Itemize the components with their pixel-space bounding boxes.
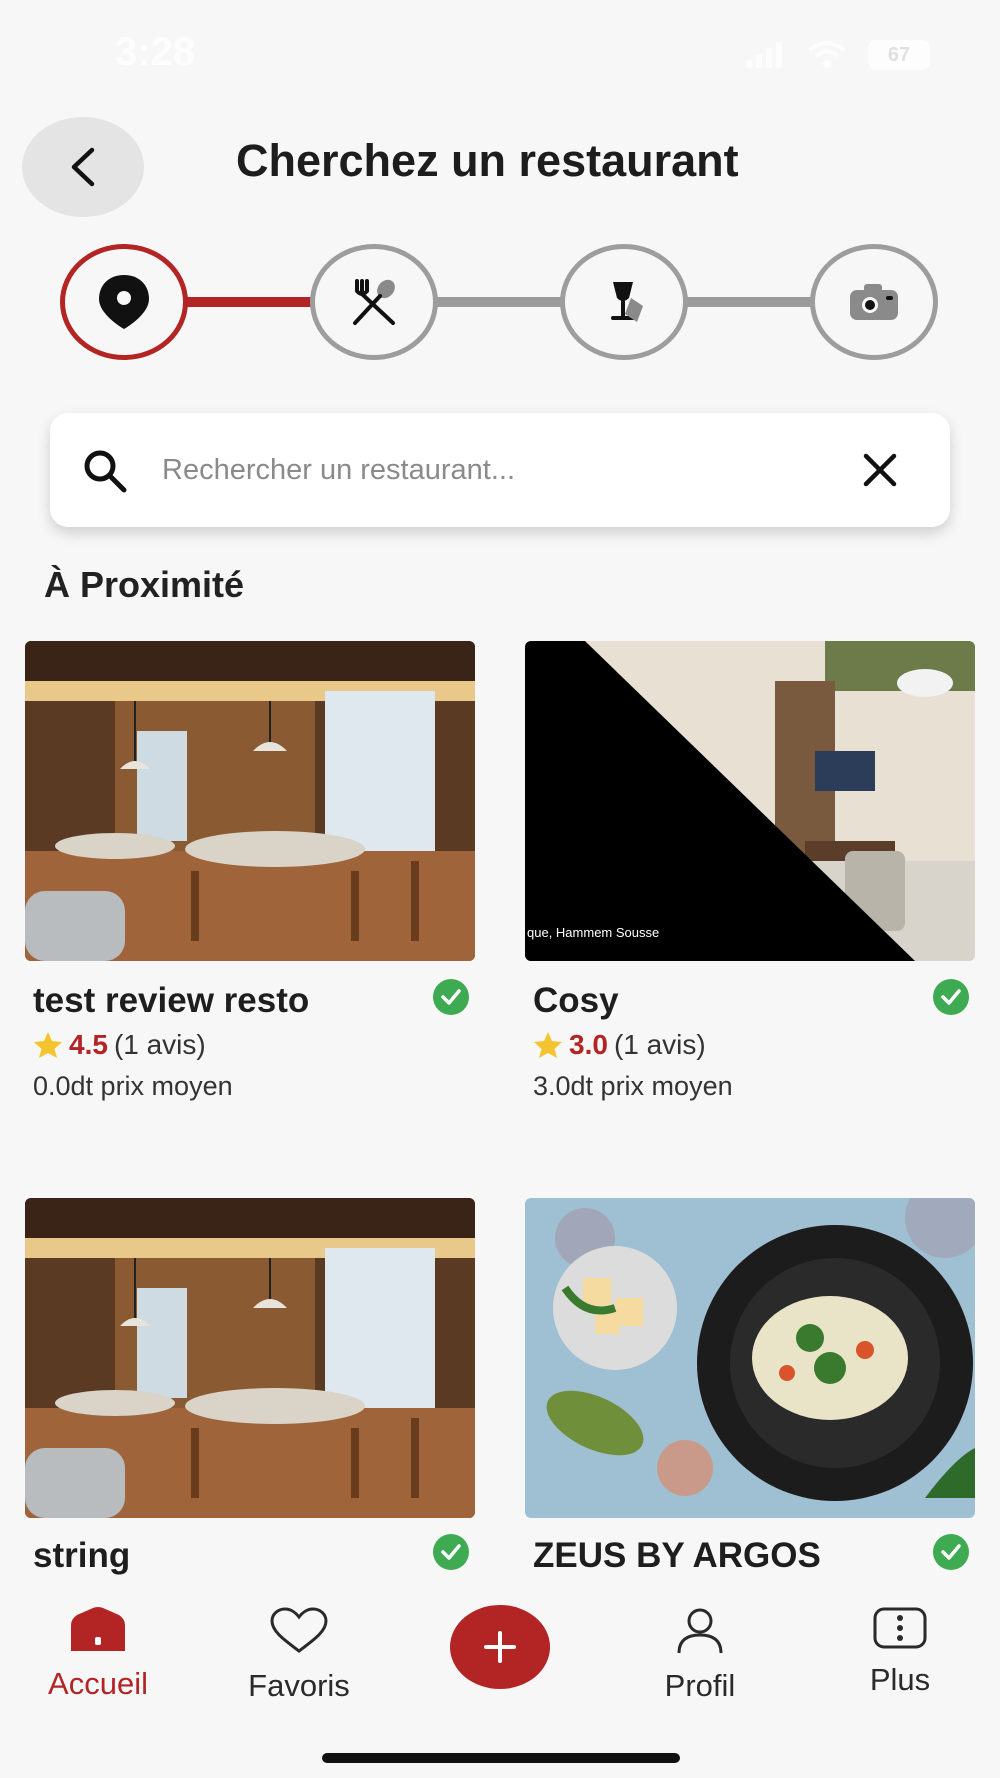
restaurant-rating: 3.0 (1 avis) bbox=[533, 1029, 706, 1061]
header: Cherchez un restaurant bbox=[0, 115, 1000, 217]
wifi-icon bbox=[808, 41, 846, 68]
nav-label-favoris: Favoris bbox=[248, 1668, 350, 1703]
verified-badge-icon bbox=[433, 979, 469, 1015]
average-price: 3.0dt prix moyen bbox=[533, 1071, 733, 1101]
camera-icon bbox=[850, 284, 898, 320]
review-count: (1 avis) bbox=[613, 1029, 706, 1060]
review-count: (1 avis) bbox=[113, 1029, 206, 1060]
add-button[interactable] bbox=[450, 1605, 550, 1689]
nav-item-profil[interactable]: Profil bbox=[610, 1607, 790, 1704]
restaurant-card[interactable]: que, Hammem Sousse Cosy 3.0 (1 avis) 3.0… bbox=[525, 641, 975, 1101]
close-icon[interactable] bbox=[860, 450, 900, 490]
location-pin-icon bbox=[99, 275, 149, 329]
plus-icon bbox=[484, 1631, 516, 1663]
more-icon bbox=[873, 1607, 927, 1649]
chevron-left-icon bbox=[71, 147, 95, 187]
step-ambiance[interactable] bbox=[560, 244, 688, 360]
page-title: Cherchez un restaurant bbox=[236, 135, 739, 186]
step-photos[interactable] bbox=[810, 244, 938, 360]
search-bar bbox=[50, 413, 950, 527]
nav-label-accueil: Accueil bbox=[48, 1666, 148, 1701]
nav-item-accueil[interactable]: Accueil bbox=[8, 1607, 188, 1702]
restaurant-card[interactable]: string bbox=[25, 1198, 475, 1585]
status-icons: 67 bbox=[746, 40, 930, 70]
restaurant-name: string bbox=[33, 1536, 131, 1575]
bottom-navigation: Accueil Favoris Profil Plus bbox=[0, 1585, 1000, 1778]
verified-badge-icon bbox=[933, 979, 969, 1015]
rating-value: 3.0 bbox=[569, 1029, 608, 1060]
section-title: À Proximité bbox=[44, 564, 245, 605]
battery-level: 67 bbox=[887, 43, 911, 66]
star-icon bbox=[534, 1032, 562, 1058]
restaurant-image bbox=[525, 1198, 975, 1518]
restaurant-image: que, Hammem Sousse bbox=[525, 641, 975, 961]
image-caption: que, Hammem Sousse bbox=[527, 925, 659, 940]
verified-badge-icon bbox=[433, 1534, 469, 1570]
restaurant-image bbox=[25, 1198, 475, 1518]
home-indicator bbox=[322, 1753, 680, 1763]
filter-stepper bbox=[0, 244, 1000, 360]
nav-label-profil: Profil bbox=[664, 1668, 736, 1703]
restaurant-rating: 4.5 (1 avis) bbox=[33, 1029, 206, 1061]
step-connector-1 bbox=[182, 297, 312, 307]
rating-value: 4.5 bbox=[69, 1029, 108, 1060]
status-bar: 3:28 67 bbox=[0, 0, 1000, 110]
nav-item-favoris[interactable]: Favoris bbox=[209, 1607, 389, 1704]
step-cuisine[interactable] bbox=[310, 244, 438, 360]
step-connector-2 bbox=[432, 297, 562, 307]
step-location[interactable] bbox=[60, 244, 188, 360]
restaurant-card[interactable]: test review resto 4.5 (1 avis) 0.0dt pri… bbox=[25, 641, 475, 1101]
verified-badge-icon bbox=[933, 1534, 969, 1570]
restaurant-card[interactable]: ZEUS BY ARGOS bbox=[525, 1198, 975, 1585]
search-icon bbox=[84, 450, 127, 493]
heart-icon bbox=[270, 1607, 328, 1653]
back-button[interactable] bbox=[22, 117, 144, 217]
average-price: 0.0dt prix moyen bbox=[33, 1071, 233, 1101]
battery-icon: 67 bbox=[868, 40, 930, 70]
nav-item-plus[interactable]: Plus bbox=[810, 1607, 990, 1698]
search-input[interactable] bbox=[162, 443, 842, 497]
restaurant-image bbox=[25, 641, 475, 961]
status-time: 3:28 bbox=[115, 30, 196, 74]
fork-spoon-icon bbox=[353, 279, 395, 325]
restaurant-name: ZEUS BY ARGOS bbox=[533, 1536, 821, 1575]
step-connector-3 bbox=[682, 297, 812, 307]
nav-label-plus: Plus bbox=[869, 1662, 931, 1697]
home-icon bbox=[71, 1607, 125, 1651]
user-icon bbox=[677, 1608, 723, 1654]
star-icon bbox=[34, 1032, 62, 1058]
wine-glass-icon bbox=[611, 282, 643, 322]
signal-icon bbox=[746, 42, 782, 68]
restaurant-name: Cosy bbox=[533, 981, 619, 1020]
restaurant-name: test review resto bbox=[33, 981, 310, 1020]
